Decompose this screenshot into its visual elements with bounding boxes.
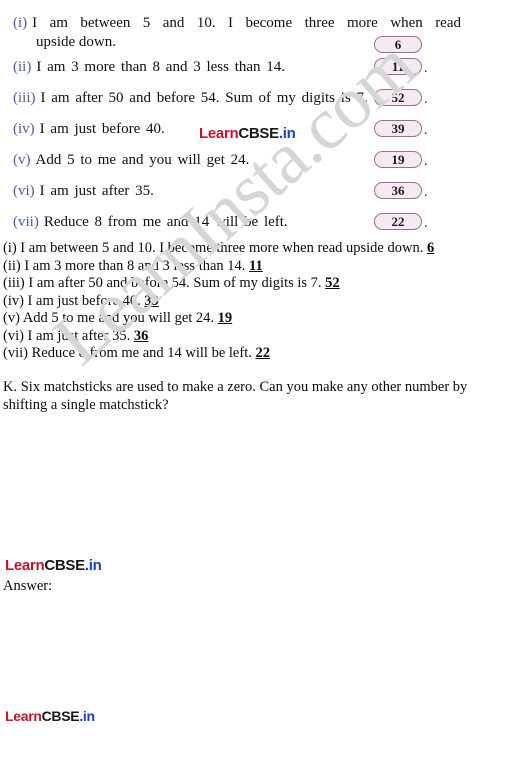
answer-period: . [424, 92, 428, 107]
solution-answer: 22 [255, 345, 270, 361]
question-number: (iv) [13, 121, 35, 137]
answer-pill[interactable]: 11 [374, 58, 422, 75]
question-row: (vi) I am just after 35. 36 . [0, 182, 517, 202]
question-number: (vii) [13, 214, 39, 230]
solution-text: (i) I am between 5 and 10. I become thre… [3, 240, 427, 256]
question-row: (i) I am between 5 and 10. I become thre… [0, 14, 517, 53]
solution-answer: 6 [426, 240, 435, 256]
question-row: (iii) I am after 50 and before 54. Sum o… [0, 89, 517, 109]
question-text-continued: upside down. [36, 34, 116, 50]
answer-pill[interactable]: 19 [374, 151, 422, 168]
answer-label: Answer: [3, 578, 53, 594]
logo-part-learn: Learn [199, 125, 239, 142]
question-text: I am after 50 and before 54. Sum of my d… [40, 90, 368, 106]
question-number: (iii) [13, 90, 36, 106]
answer-pill[interactable]: 52 [374, 89, 422, 106]
learncbse-logo: LearnCBSE.in [5, 708, 95, 724]
answer-pill[interactable]: 6 [374, 36, 422, 53]
question-text: Reduce 8 from me and 14 will be left. [43, 214, 288, 230]
solution-answer: 11 [249, 257, 263, 274]
logo-part-cbse: CBSE [44, 557, 85, 574]
logo-part-in: .in [84, 557, 102, 574]
scanned-questions-block: (i) I am between 5 and 10. I become thre… [0, 14, 517, 233]
answer-pill[interactable]: 36 [374, 182, 422, 199]
question-row: (ii) I am 3 more than 8 and 3 less than … [0, 58, 517, 78]
solution-text: (iii) I am after 50 and before 54. Sum o… [3, 275, 326, 291]
learncbse-logo: LearnCBSE.in [199, 125, 296, 142]
logo-part-learn: Learn [5, 557, 45, 574]
logo-part-cbse: CBSE [41, 708, 80, 724]
answer-pill[interactable]: 22 [374, 213, 422, 230]
solution-answer: 39 [144, 292, 159, 309]
solution-answer: 19 [217, 310, 233, 326]
question-number: (i) [13, 15, 28, 31]
logo-part-cbse: CBSE [238, 125, 279, 142]
solution-line: (vi) I am just after 35. 36 [3, 328, 515, 346]
learncbse-logo: LearnCBSE.in [5, 557, 102, 574]
solution-line: (i) I am between 5 and 10. I become thre… [3, 240, 515, 258]
solution-line: (vii) Reduce 8 from me and 14 will be le… [3, 345, 515, 363]
solution-text: (ii) I am 3 more than 8 and 3 less than … [3, 257, 250, 274]
question-number: (v) [13, 152, 31, 168]
solution-text: (iv) I am just before 40. [3, 292, 145, 309]
answer-pill[interactable]: 39 [374, 120, 422, 137]
logo-part-in: .in [278, 125, 296, 142]
answer-period: . [424, 123, 428, 138]
solution-line: (v) Add 5 to me and you will get 24. 19 [3, 310, 515, 328]
question-row: (v) Add 5 to me and you will get 24. 19 … [0, 151, 517, 171]
solution-answer: 36 [133, 327, 149, 344]
plain-solutions-block: (i) I am between 5 and 10. I become thre… [3, 240, 515, 363]
question-number: (ii) [13, 59, 32, 75]
answer-period: . [424, 61, 428, 76]
logo-part-in: .in [79, 708, 95, 724]
worksheet-page: LearnInsta.com (i) I am between 5 and 10… [0, 0, 517, 768]
answer-period: . [424, 154, 428, 169]
answer-period: . [424, 216, 428, 231]
question-text: Add 5 to me and you will get 24. [35, 152, 250, 168]
matchstick-zero-figure [0, 420, 110, 560]
solution-text: (v) Add 5 to me and you will get 24. [3, 310, 218, 326]
question-text: I am just after 35. [39, 183, 154, 199]
question-row: (vii) Reduce 8 from me and 14 will be le… [0, 213, 517, 233]
solution-line: (iv) I am just before 40. 39 [3, 293, 515, 311]
solution-answer: 52 [325, 275, 340, 291]
solution-line: (iii) I am after 50 and before 54. Sum o… [3, 275, 515, 293]
question-text: I am between 5 and 10. I become three mo… [32, 15, 461, 31]
k-question-text: K. Six matchsticks are used to make a ze… [3, 379, 468, 413]
answer-period: . [424, 185, 428, 200]
logo-part-learn: Learn [5, 708, 42, 724]
question-number: (vi) [13, 183, 35, 199]
solution-line: (ii) I am 3 more than 8 and 3 less than … [3, 258, 515, 276]
solution-text: (vi) I am just after 35. [3, 327, 134, 344]
question-text: I am 3 more than 8 and 3 less than 14. [36, 59, 286, 75]
solution-text: (vii) Reduce 8 from me and 14 will be le… [3, 345, 256, 361]
matchstick-six-figure [0, 600, 115, 768]
